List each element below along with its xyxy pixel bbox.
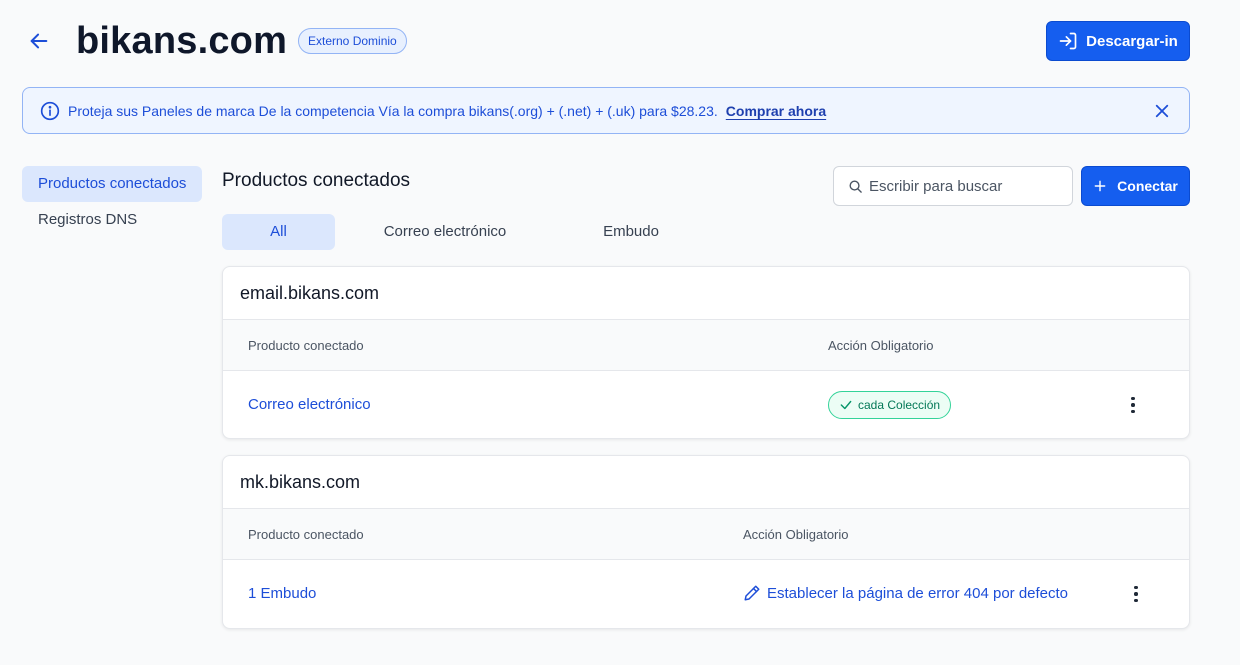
close-banner-button[interactable] bbox=[1153, 102, 1171, 120]
dot-icon bbox=[1131, 403, 1135, 407]
table-row: 1 Embudo Establecer la página de error 4… bbox=[223, 560, 1189, 628]
card-domain-title: mk.bikans.com bbox=[240, 472, 361, 492]
page-title: bikans.com bbox=[76, 20, 288, 62]
section-title: Productos conectados bbox=[222, 170, 411, 191]
card-header: mk.bikans.com bbox=[223, 456, 1189, 509]
sign-in-icon bbox=[1059, 32, 1077, 50]
search-icon bbox=[849, 180, 862, 193]
column-header-product: Producto conectado bbox=[248, 527, 364, 542]
set-404-page-link[interactable]: Establecer la página de error 404 por de… bbox=[743, 584, 1068, 602]
table-header: Producto conectado Acción Obligatorio bbox=[223, 320, 1189, 371]
download-button-label: Descargar-in bbox=[1086, 32, 1178, 50]
search-box[interactable] bbox=[833, 166, 1073, 206]
row-menu-button[interactable] bbox=[1121, 393, 1145, 417]
download-button[interactable]: Descargar-in bbox=[1046, 21, 1190, 61]
info-icon bbox=[40, 101, 60, 120]
status-badge: cada Colección bbox=[828, 391, 952, 419]
check-icon bbox=[840, 400, 852, 410]
row-menu-button[interactable] bbox=[1124, 582, 1148, 606]
tab-all[interactable]: All bbox=[222, 214, 335, 250]
connect-button[interactable]: Conectar bbox=[1081, 166, 1190, 206]
dot-icon bbox=[1134, 598, 1138, 603]
dot-icon bbox=[1131, 396, 1135, 401]
tab-email[interactable]: Correo electrónico bbox=[360, 214, 530, 250]
back-button[interactable] bbox=[24, 26, 54, 56]
product-link[interactable]: 1 Embudo bbox=[248, 585, 316, 602]
table-header: Producto conectado Acción Obligatorio bbox=[223, 509, 1189, 560]
domain-card: email.bikans.com Producto conectado Acci… bbox=[222, 266, 1190, 439]
sidebar-item-dns-records[interactable]: Registros DNS bbox=[22, 202, 202, 238]
domain-card: mk.bikans.com Producto conectado Acción … bbox=[222, 455, 1190, 629]
card-header: email.bikans.com bbox=[223, 267, 1189, 320]
arrow-left-icon bbox=[30, 33, 48, 49]
pencil-icon bbox=[744, 585, 760, 601]
sidebar-item-connected-products[interactable]: Productos conectados bbox=[22, 166, 202, 202]
table-row: Correo electrónico cada Colección bbox=[223, 371, 1189, 438]
product-link[interactable]: Correo electrónico bbox=[248, 396, 371, 413]
dot-icon bbox=[1134, 585, 1138, 590]
buy-now-link[interactable]: Comprar ahora bbox=[726, 103, 826, 119]
plus-icon bbox=[1094, 180, 1106, 192]
column-header-action: Acción Obligatorio bbox=[828, 338, 934, 353]
connect-button-label: Conectar bbox=[1117, 178, 1178, 194]
close-icon bbox=[1155, 104, 1169, 118]
search-input[interactable] bbox=[869, 177, 1059, 195]
card-domain-title: email.bikans.com bbox=[240, 283, 380, 303]
dot-icon bbox=[1134, 592, 1138, 596]
set-404-page-label: Establecer la página de error 404 por de… bbox=[767, 584, 1069, 602]
banner-text: Proteja sus Paneles de marca De la compe… bbox=[68, 102, 718, 119]
column-header-action: Acción Obligatorio bbox=[743, 527, 849, 542]
dot-icon bbox=[1131, 409, 1135, 414]
status-badge-label: cada Colección bbox=[858, 398, 941, 412]
column-header-product: Producto conectado bbox=[248, 338, 364, 353]
domain-type-badge: Externo Dominio bbox=[298, 28, 407, 54]
promo-banner: Proteja sus Paneles de marca De la compe… bbox=[22, 87, 1190, 134]
tab-funnel[interactable]: Embudo bbox=[566, 214, 696, 250]
